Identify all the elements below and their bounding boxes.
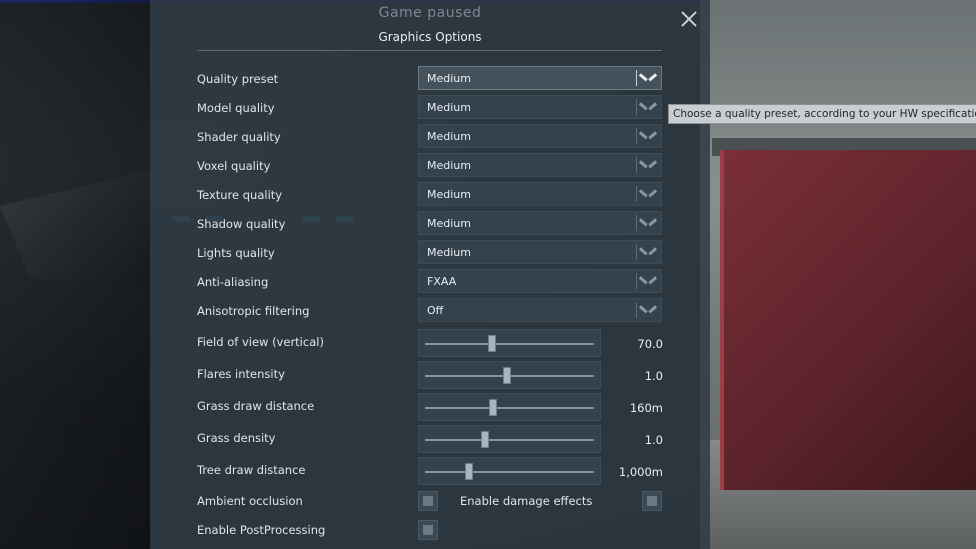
slider-track[interactable] xyxy=(425,471,594,473)
tree-draw-distance-label: Tree draw distance xyxy=(197,463,306,477)
grass-density-slider[interactable] xyxy=(418,425,601,453)
shader-quality-dropdown[interactable]: Medium xyxy=(418,124,662,148)
voxel-quality-value: Medium xyxy=(427,159,471,172)
chevron-down-icon[interactable] xyxy=(641,130,655,142)
quality-preset-value: Medium xyxy=(427,72,471,85)
anti-aliasing-dropdown[interactable]: FXAA xyxy=(418,269,662,293)
chevron-down-icon[interactable] xyxy=(641,246,655,258)
flares-intensity-label: Flares intensity xyxy=(197,367,285,381)
ambient-occlusion-checkbox[interactable] xyxy=(418,491,438,511)
shadow-quality-label: Shadow quality xyxy=(197,217,286,231)
chevron-down-icon[interactable] xyxy=(641,275,655,287)
ambient-occlusion-label: Ambient occlusion xyxy=(197,494,303,508)
anisotropic-filtering-label: Anisotropic filtering xyxy=(197,304,310,318)
divider xyxy=(197,50,662,51)
voxel-quality-dropdown[interactable]: Medium xyxy=(418,153,662,177)
shadow-quality-value: Medium xyxy=(427,217,471,230)
enable-postprocessing-label: Enable PostProcessing xyxy=(197,523,326,537)
slider-thumb[interactable] xyxy=(503,367,512,384)
texture-quality-dropdown[interactable]: Medium xyxy=(418,182,662,206)
lights-quality-label: Lights quality xyxy=(197,246,275,260)
dialog-title: Game paused xyxy=(378,5,482,21)
slider-track[interactable] xyxy=(425,439,594,441)
tree-draw-distance-slider[interactable] xyxy=(418,457,601,485)
chevron-down-icon[interactable] xyxy=(641,159,655,171)
quality-preset-label: Quality preset xyxy=(197,72,279,86)
enable-postprocessing-checkbox[interactable] xyxy=(418,520,438,540)
slider-thumb[interactable] xyxy=(465,463,474,480)
chevron-down-icon[interactable] xyxy=(641,217,655,229)
lights-quality-value: Medium xyxy=(427,246,471,259)
lights-quality-dropdown[interactable]: Medium xyxy=(418,240,662,264)
texture-quality-value: Medium xyxy=(427,188,471,201)
flares-intensity-slider[interactable] xyxy=(418,361,601,389)
slider-thumb[interactable] xyxy=(487,335,496,352)
chevron-down-icon[interactable] xyxy=(641,304,655,316)
field-of-view-vertical-slider[interactable] xyxy=(418,329,601,357)
slider-track[interactable] xyxy=(425,343,594,345)
close-icon[interactable] xyxy=(680,10,698,28)
model-quality-value: Medium xyxy=(427,101,471,114)
slider-thumb[interactable] xyxy=(480,431,489,448)
chevron-down-icon[interactable] xyxy=(641,72,655,84)
anisotropic-filtering-value: Off xyxy=(427,304,444,317)
field-of-view-vertical-value: 70.0 xyxy=(637,337,663,351)
model-quality-label: Model quality xyxy=(197,101,275,115)
section-title: Graphics Options xyxy=(378,30,482,44)
grass-draw-distance-slider[interactable] xyxy=(418,393,601,421)
grass-draw-distance-value: 160m xyxy=(629,401,663,415)
chevron-down-icon[interactable] xyxy=(641,188,655,200)
enable-damage-effects-checkbox[interactable] xyxy=(642,491,662,511)
quality-preset-tooltip: Choose a quality preset, according to yo… xyxy=(668,104,976,124)
flares-intensity-value: 1.0 xyxy=(644,369,663,383)
tree-draw-distance-value: 1,000m xyxy=(618,465,663,479)
shader-quality-label: Shader quality xyxy=(197,130,281,144)
anti-aliasing-label: Anti-aliasing xyxy=(197,275,269,289)
grass-density-value: 1.0 xyxy=(644,433,663,447)
anti-aliasing-value: FXAA xyxy=(427,275,457,288)
shadow-quality-dropdown[interactable]: Medium xyxy=(418,211,662,235)
quality-preset-dropdown[interactable]: Medium xyxy=(418,66,662,90)
slider-thumb[interactable] xyxy=(489,399,498,416)
grass-density-label: Grass density xyxy=(197,431,276,445)
enable-damage-effects-label: Enable damage effects xyxy=(460,494,593,508)
shader-quality-value: Medium xyxy=(427,130,471,143)
graphics-options-panel: Game paused Graphics Options Quality pre… xyxy=(150,0,710,549)
field-of-view-vertical-label: Field of view (vertical) xyxy=(197,335,324,349)
slider-track[interactable] xyxy=(425,407,594,409)
chevron-down-icon[interactable] xyxy=(641,101,655,113)
anisotropic-filtering-dropdown[interactable]: Off xyxy=(418,298,662,322)
texture-quality-label: Texture quality xyxy=(197,188,283,202)
model-quality-dropdown[interactable]: Medium xyxy=(418,95,662,119)
red-cargo-block xyxy=(720,150,976,490)
grass-draw-distance-label: Grass draw distance xyxy=(197,399,315,413)
voxel-quality-label: Voxel quality xyxy=(197,159,271,173)
